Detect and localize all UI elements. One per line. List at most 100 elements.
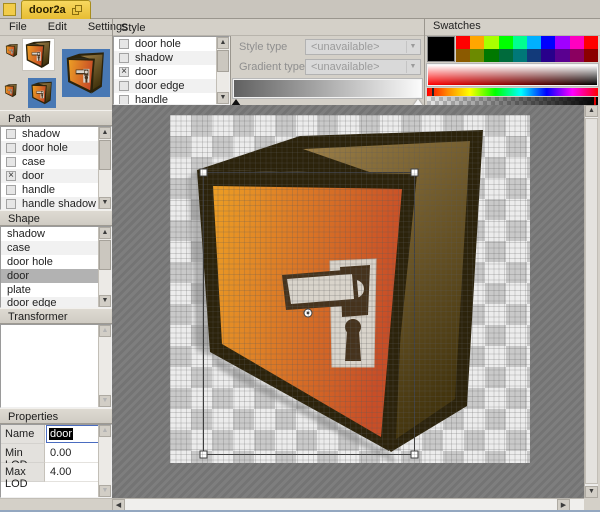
scroll-down-icon[interactable]: ▼ <box>99 485 111 497</box>
alpha-bar[interactable] <box>427 97 598 105</box>
hue-bar[interactable] <box>427 88 598 96</box>
style-item-door-edge[interactable]: door edge <box>114 79 216 93</box>
swatch-color[interactable] <box>570 49 584 62</box>
properties-scrollbar[interactable]: ▲ ▼ <box>98 425 111 497</box>
swatch-color[interactable] <box>513 36 527 49</box>
swatch-color[interactable] <box>456 36 470 49</box>
checkbox[interactable] <box>6 185 16 195</box>
style-item-shadow[interactable]: shadow <box>114 51 216 65</box>
alpha-marker[interactable] <box>594 97 596 105</box>
scroll-down-icon[interactable]: ▼ <box>99 197 111 209</box>
shape-item-door-selected[interactable]: door <box>1 269 98 283</box>
path-item-door-hole[interactable]: door hole <box>1 141 98 155</box>
checkbox[interactable] <box>6 157 16 167</box>
style-list-scrollbar[interactable]: ▲ ▼ <box>216 37 229 104</box>
swatch-color[interactable] <box>541 49 555 62</box>
path-item-label: handle <box>22 184 55 196</box>
property-row-max-lod[interactable]: Max LOD 4.00 <box>1 463 100 482</box>
style-item-door-hole[interactable]: door hole <box>114 37 216 51</box>
swatch-color[interactable] <box>484 49 498 62</box>
scroll-down-icon[interactable]: ▼ <box>99 395 111 407</box>
gradient-type-value: <unavailable> <box>311 61 380 73</box>
transformer-scrollbar[interactable]: ▲ ▼ <box>98 325 111 407</box>
shape-item-door-hole[interactable]: door hole <box>1 255 98 269</box>
scroll-down-icon[interactable]: ▼ <box>99 295 111 307</box>
swatch-color[interactable] <box>584 36 598 49</box>
tab-door2a[interactable]: door2a <box>21 0 91 19</box>
swatch-color[interactable] <box>470 49 484 62</box>
scroll-up-icon[interactable]: ▲ <box>99 425 111 437</box>
scroll-down-icon[interactable]: ▼ <box>217 92 229 104</box>
shape-item-plate[interactable]: plate <box>1 283 98 297</box>
hue-marker[interactable] <box>432 88 434 96</box>
swatch-color[interactable] <box>499 49 513 62</box>
swatch-color[interactable] <box>555 36 569 49</box>
scroll-up-icon[interactable]: ▲ <box>585 105 598 117</box>
style-item-handle[interactable]: handle <box>114 93 216 105</box>
style-type-dropdown[interactable]: <unavailable> ▼ <box>305 39 421 55</box>
door-preview-16[interactable] <box>5 43 19 58</box>
shape-item-door-edge[interactable]: door edge <box>1 297 98 308</box>
swatch-color[interactable] <box>555 49 569 62</box>
scroll-down-icon[interactable]: ▼ <box>585 486 598 498</box>
path-item-handle-shadow[interactable]: handle shadow <box>1 197 98 210</box>
checkbox-checked[interactable]: × <box>6 171 16 181</box>
checkbox[interactable] <box>119 53 129 63</box>
checkbox[interactable] <box>6 143 16 153</box>
swatch-color[interactable] <box>527 36 541 49</box>
door-preview-16-b[interactable] <box>4 83 18 98</box>
swatch-color[interactable] <box>584 49 598 62</box>
style-item-door[interactable]: × door <box>114 65 216 79</box>
menu-file[interactable]: File <box>0 19 36 33</box>
scroll-up-icon[interactable]: ▲ <box>99 127 111 139</box>
scroll-thumb[interactable] <box>217 50 229 72</box>
gradient-preview-bar[interactable] <box>233 79 422 98</box>
swatch-color[interactable] <box>470 36 484 49</box>
door-preview-64-blue[interactable] <box>62 49 110 97</box>
property-row-name: Name door <box>1 425 100 444</box>
swatch-color[interactable] <box>499 36 513 49</box>
name-input-selected-text: door <box>49 428 73 440</box>
scroll-up-icon[interactable]: ▲ <box>99 325 111 337</box>
path-list-scrollbar[interactable]: ▲ ▼ <box>98 127 111 209</box>
canvas-vscrollbar[interactable]: ▲ ▼ <box>584 105 598 498</box>
property-row-min-lod[interactable]: Min LOD 0.00 <box>1 444 100 463</box>
canvas-area[interactable] <box>112 105 584 498</box>
gradient-type-dropdown[interactable]: <unavailable> ▼ <box>305 59 421 75</box>
checkbox[interactable] <box>119 81 129 91</box>
checkbox[interactable] <box>6 129 16 139</box>
menu-edit[interactable]: Edit <box>39 19 76 33</box>
shape-item-case[interactable]: case <box>1 241 98 255</box>
shape-list-scrollbar[interactable]: ▲ ▼ <box>98 227 111 307</box>
checkbox[interactable] <box>119 95 129 105</box>
scroll-thumb[interactable] <box>99 240 111 270</box>
door-preview-32-white[interactable] <box>22 38 55 71</box>
path-item-door[interactable]: × door <box>1 169 98 183</box>
swatch-black[interactable] <box>427 36 455 62</box>
saturation-field[interactable] <box>427 64 598 86</box>
swatch-color[interactable] <box>513 49 527 62</box>
selection-handle-tl <box>200 169 207 176</box>
swatch-color[interactable] <box>484 36 498 49</box>
path-item-handle[interactable]: handle <box>1 183 98 197</box>
swatch-color[interactable] <box>527 49 541 62</box>
door-artwork[interactable] <box>170 115 530 463</box>
checkbox[interactable] <box>119 39 129 49</box>
path-item-shadow[interactable]: shadow <box>1 127 98 141</box>
name-input[interactable]: door <box>46 425 99 443</box>
scroll-up-icon[interactable]: ▲ <box>99 227 111 239</box>
path-item-label: handle shadow <box>22 198 96 210</box>
swatch-color[interactable] <box>570 36 584 49</box>
door-preview-32-blue[interactable] <box>28 78 56 108</box>
scroll-up-icon[interactable]: ▲ <box>217 37 229 49</box>
style-list: door hole shadow × door door edge handle… <box>113 36 230 105</box>
checkbox[interactable] <box>6 199 16 209</box>
shape-item-shadow[interactable]: shadow <box>1 227 98 241</box>
path-item-case[interactable]: case <box>1 155 98 169</box>
checkbox-checked[interactable]: × <box>119 67 129 77</box>
scroll-thumb[interactable] <box>585 118 598 484</box>
swatch-color[interactable] <box>456 49 470 62</box>
scroll-thumb[interactable] <box>99 140 111 170</box>
new-tab-icon[interactable] <box>3 3 16 16</box>
swatch-color[interactable] <box>541 36 555 49</box>
